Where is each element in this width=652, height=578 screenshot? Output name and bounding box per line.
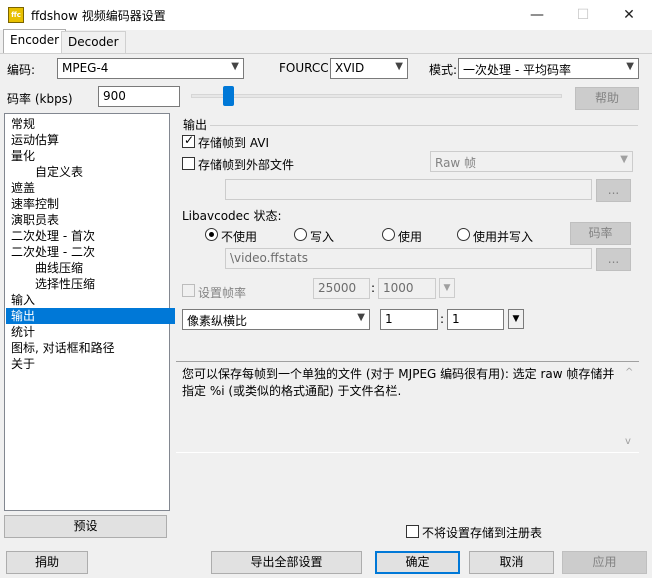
group-divider	[210, 125, 638, 126]
fps-separator: :	[371, 281, 376, 295]
fps-numerator: 25000	[313, 278, 370, 299]
output-group-title: 输出	[183, 118, 208, 132]
radio-use-label: 使用	[398, 230, 423, 244]
radio-not-use[interactable]	[205, 228, 218, 241]
tree-item[interactable]: 运动估算	[9, 132, 61, 148]
codec-label: 编码:	[7, 63, 36, 77]
tree-item[interactable]: 曲线压缩	[33, 260, 85, 276]
chevron-down-icon: ▼	[395, 61, 403, 72]
mode-select[interactable]: 一次处理 - 平均码率 ▼	[458, 58, 639, 79]
store-avi-checkbox[interactable]: ✓	[182, 133, 195, 148]
set-fps-checkbox	[182, 284, 195, 297]
store-external-checkbox[interactable]	[182, 157, 195, 170]
chevron-down-icon: ▼	[231, 61, 239, 72]
preset-button[interactable]: 预设	[4, 515, 167, 538]
bitrate-input[interactable]: 900	[98, 86, 180, 107]
radio-use-write[interactable]	[457, 228, 470, 241]
aspect-separator: :	[440, 312, 445, 326]
apply-button: 应用	[562, 551, 647, 574]
bitrate-button: 码率	[570, 222, 631, 245]
tree-item[interactable]: 输出	[6, 308, 175, 324]
export-all-button[interactable]: 导出全部设置	[211, 551, 362, 574]
codec-select[interactable]: MPEG-4 ▼	[57, 58, 244, 79]
radio-write[interactable]	[294, 228, 307, 241]
aspect-dropdown-icon[interactable]: ▼	[508, 309, 524, 329]
tree-item[interactable]: 自定义表	[33, 164, 85, 180]
scroll-up-icon[interactable]: ^	[625, 364, 633, 381]
fps-denominator: 1000	[378, 278, 436, 299]
tree-item[interactable]: 二次处理 - 首次	[9, 228, 97, 244]
description-scrollbar[interactable]: ^ v	[622, 362, 639, 452]
chevron-down-icon: ▼	[620, 154, 628, 165]
fourcc-select[interactable]: XVID ▼	[330, 58, 408, 79]
fourcc-label: FOURCC:	[279, 61, 333, 75]
chevron-down-icon: ▼	[626, 61, 634, 72]
store-external-label: 存储帧到外部文件	[198, 158, 295, 172]
tree-item[interactable]: 常规	[9, 116, 37, 132]
tab-content-border	[0, 53, 652, 54]
chevron-down-icon: ▼	[357, 312, 365, 323]
aspect-numerator[interactable]: 1	[380, 309, 438, 330]
browse-button-1: ...	[596, 179, 631, 202]
fourcc-value: XVID	[335, 61, 365, 75]
close-icon[interactable]: ✕	[606, 0, 652, 30]
cancel-button[interactable]: 取消	[469, 551, 554, 574]
radio-write-label: 写入	[310, 230, 335, 244]
window-title: ffdshow 视频编码器设置	[31, 9, 166, 23]
maximize-icon: ☐	[576, 7, 590, 23]
aspect-select[interactable]: 像素纵横比 ▼	[182, 309, 370, 330]
tree-item[interactable]: 遮盖	[9, 180, 37, 196]
tab-decoder[interactable]: Decoder	[61, 31, 126, 53]
mode-value: 一次处理 - 平均码率	[463, 63, 571, 77]
description-text: 您可以保存每帧到一个单独的文件 (对于 MJPEG 编码很有用): 选定 raw…	[182, 367, 615, 398]
tree-item[interactable]: 输入	[9, 292, 37, 308]
tree-item[interactable]: 关于	[9, 356, 37, 372]
bitrate-slider-thumb[interactable]	[223, 86, 235, 106]
minimize-icon[interactable]: —	[514, 0, 560, 30]
tree-item[interactable]: 演职员表	[9, 212, 61, 228]
tree-item[interactable]: 选择性压缩	[33, 276, 97, 292]
donate-button[interactable]: 捐助	[6, 551, 88, 574]
ok-button[interactable]: 确定	[375, 551, 460, 574]
set-fps-label: 设置帧率	[198, 286, 247, 300]
tree-item[interactable]: 统计	[9, 324, 37, 340]
mode-label: 模式:	[429, 63, 458, 77]
settings-tree[interactable]: 常规 运动估算 量化 自定义表 遮盖 速率控制 演职员表 二次处理 - 首次 二次处理 - 二次…	[4, 113, 175, 511]
scroll-down-icon[interactable]: v	[625, 433, 631, 450]
tree-item[interactable]: 二次处理 - 二次	[9, 244, 97, 260]
tree-item[interactable]: 图标, 对话框和路径	[9, 340, 117, 356]
registry-checkbox[interactable]	[406, 525, 419, 538]
check-icon: ✓	[184, 133, 195, 147]
browse-button-2: ...	[596, 248, 631, 271]
store-avi-label: 存储帧到 AVI	[198, 136, 270, 150]
radio-not-use-label: 不使用	[221, 230, 258, 244]
registry-label: 不将设置存储到注册表	[422, 526, 543, 540]
bitrate-label: 码率 (kbps)	[7, 92, 73, 106]
codec-value: MPEG-4	[62, 61, 109, 75]
aspect-value: 像素纵横比	[187, 314, 248, 328]
stats-path-input: \video.ffstats	[225, 248, 592, 269]
app-icon: ffc	[8, 7, 24, 23]
radio-use-write-label: 使用并写入	[473, 230, 534, 244]
radio-use[interactable]	[382, 228, 395, 241]
bitrate-slider-track[interactable]	[191, 94, 562, 98]
fps-dropdown-icon: ▼	[439, 278, 455, 298]
description-box: 您可以保存每帧到一个单独的文件 (对于 MJPEG 编码很有用): 选定 raw…	[176, 361, 639, 453]
help-button: 帮助	[575, 87, 639, 110]
raw-frame-select: Raw 帧 ▼	[430, 151, 633, 172]
raw-frame-value: Raw 帧	[435, 156, 477, 170]
tab-encoder[interactable]: Encoder	[3, 29, 67, 54]
aspect-denominator[interactable]: 1	[447, 309, 504, 330]
title-bar: ffc ffdshow 视频编码器设置 — ☐ ✕	[0, 0, 652, 30]
tree-item[interactable]: 量化	[9, 148, 37, 164]
external-file-input	[225, 179, 592, 200]
libav-status-title: Libavcodec 状态:	[182, 209, 282, 223]
tree-item[interactable]: 速率控制	[9, 196, 61, 212]
